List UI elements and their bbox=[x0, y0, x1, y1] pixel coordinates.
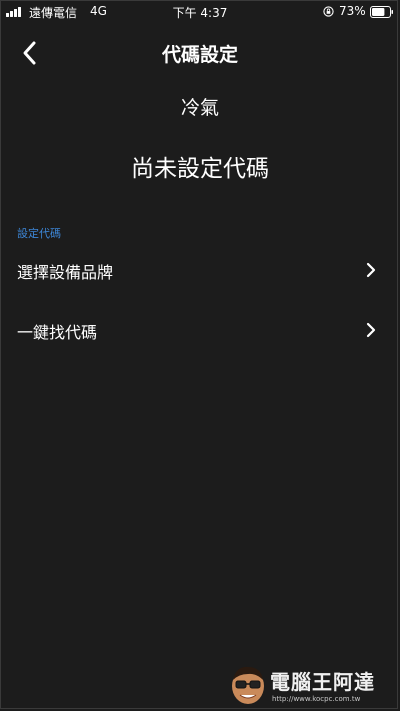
select-brand-label: 選擇設備品牌 bbox=[17, 263, 114, 282]
section-header: 設定代碼 bbox=[17, 227, 61, 240]
mascot-face-icon bbox=[232, 666, 264, 704]
watermark-text: 電腦王阿達 bbox=[270, 670, 375, 694]
find-code-label: 一鍵找代碼 bbox=[17, 323, 98, 342]
find-code-row[interactable]: 一鍵找代碼 bbox=[0, 308, 400, 352]
watermark-logo: 電腦王阿達 http://www.kocpc.com.tw bbox=[226, 660, 394, 708]
device-name: 冷氣 bbox=[180, 97, 219, 119]
battery-icon bbox=[370, 6, 393, 18]
select-brand-row[interactable]: 選擇設備品牌 bbox=[0, 248, 400, 292]
chevron-right-icon bbox=[366, 322, 376, 338]
page-title: 代碼設定 bbox=[161, 44, 238, 66]
chevron-right-icon bbox=[366, 262, 376, 278]
code-status-text: 尚未設定代碼 bbox=[131, 156, 269, 182]
rotation-lock-icon bbox=[323, 6, 334, 17]
battery-percent: 73% bbox=[339, 4, 366, 18]
status-bar: 遠傳電信 4G 下午 4:37 73% bbox=[0, 0, 400, 24]
navigation-bar: 代碼設定 bbox=[0, 30, 400, 74]
watermark-url: http://www.kocpc.com.tw bbox=[272, 695, 361, 703]
